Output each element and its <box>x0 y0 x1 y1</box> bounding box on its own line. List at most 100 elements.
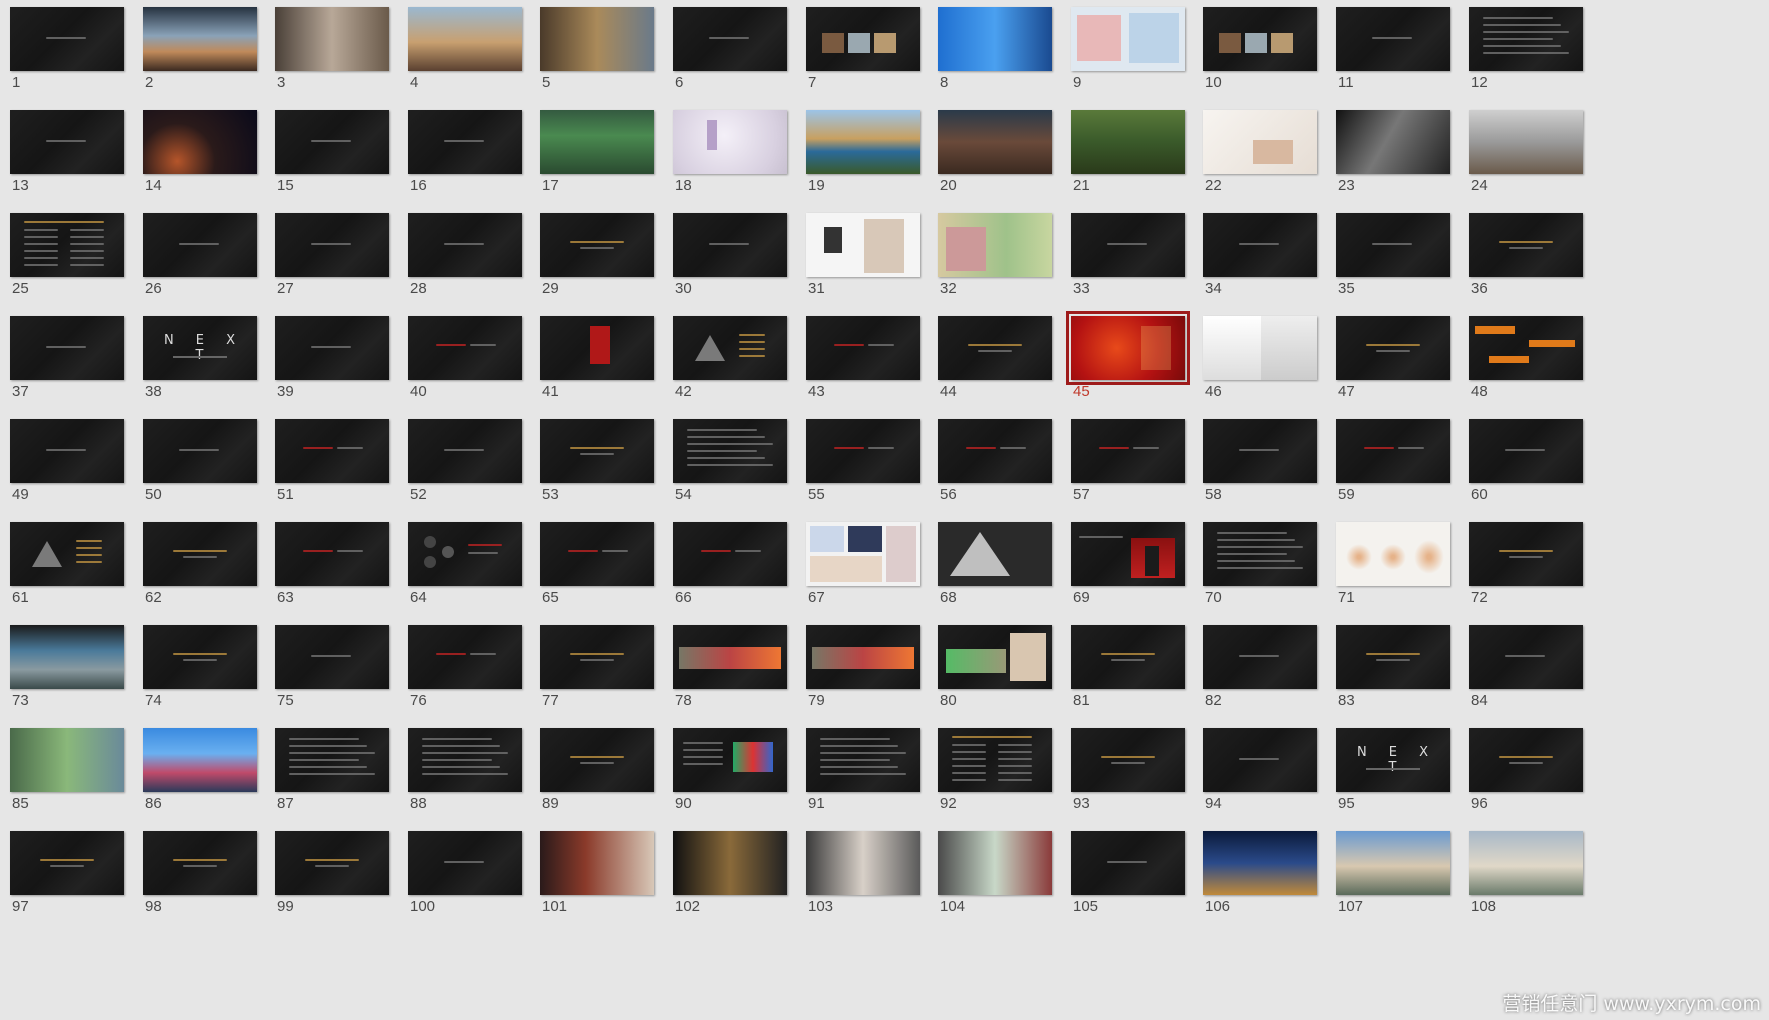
slide-preview[interactable] <box>275 625 389 689</box>
slide-preview[interactable] <box>10 728 124 792</box>
slide-thumbnail[interactable]: 31 <box>806 213 956 323</box>
slide-preview[interactable] <box>938 213 1052 277</box>
slide-preview[interactable] <box>1071 213 1185 277</box>
slide-thumbnail[interactable]: 101 <box>540 831 690 941</box>
slide-thumbnail[interactable]: 52 <box>408 419 558 529</box>
slide-thumbnail[interactable]: 78 <box>673 625 823 735</box>
slide-preview[interactable] <box>938 110 1052 174</box>
slide-preview[interactable] <box>10 831 124 895</box>
slide-thumbnail[interactable]: 21 <box>1071 110 1221 220</box>
slide-preview[interactable] <box>1336 213 1450 277</box>
slide-preview[interactable] <box>408 625 522 689</box>
slide-preview[interactable] <box>1336 419 1450 483</box>
slide-preview[interactable] <box>673 316 787 380</box>
slide-thumbnail[interactable]: 69 <box>1071 522 1221 632</box>
slide-thumbnail[interactable]: 87 <box>275 728 425 838</box>
slide-preview[interactable] <box>1071 625 1185 689</box>
slide-preview[interactable] <box>806 831 920 895</box>
slide-preview[interactable] <box>1071 522 1185 586</box>
slide-thumbnail[interactable]: 4 <box>408 7 558 117</box>
slide-preview[interactable] <box>1469 522 1583 586</box>
slide-thumbnail[interactable]: 32 <box>938 213 1088 323</box>
slide-preview[interactable] <box>1203 728 1317 792</box>
slide-thumbnail[interactable]: 23 <box>1336 110 1486 220</box>
slide-thumbnail[interactable]: 68 <box>938 522 1088 632</box>
slide-preview[interactable] <box>1071 831 1185 895</box>
slide-thumbnail[interactable]: 92 <box>938 728 1088 838</box>
slide-thumbnail[interactable]: 108 <box>1469 831 1619 941</box>
slide-preview[interactable] <box>1469 728 1583 792</box>
slide-preview[interactable] <box>1469 316 1583 380</box>
slide-thumbnail[interactable]: 59 <box>1336 419 1486 529</box>
slide-preview[interactable] <box>275 419 389 483</box>
slide-thumbnail[interactable]: 63 <box>275 522 425 632</box>
slide-preview[interactable] <box>1336 110 1450 174</box>
slide-preview[interactable] <box>1203 625 1317 689</box>
slide-preview[interactable] <box>408 522 522 586</box>
slide-thumbnail[interactable]: 1 <box>10 7 160 117</box>
slide-thumbnail[interactable]: 73 <box>10 625 160 735</box>
slide-thumbnail[interactable]: 20 <box>938 110 1088 220</box>
slide-thumbnail[interactable]: 99 <box>275 831 425 941</box>
slide-preview[interactable] <box>1071 7 1185 71</box>
slide-preview[interactable] <box>673 522 787 586</box>
slide-thumbnail[interactable]: 103 <box>806 831 956 941</box>
slide-thumbnail[interactable]: 71 <box>1336 522 1486 632</box>
slide-thumbnail[interactable]: 98 <box>143 831 293 941</box>
slide-thumbnail[interactable]: 12 <box>1469 7 1619 117</box>
slide-preview[interactable] <box>275 831 389 895</box>
slide-preview[interactable] <box>540 728 654 792</box>
slide-preview[interactable] <box>806 728 920 792</box>
slide-thumbnail[interactable]: 39 <box>275 316 425 426</box>
slide-preview[interactable] <box>806 316 920 380</box>
slide-thumbnail[interactable]: 18 <box>673 110 823 220</box>
slide-thumbnail[interactable]: 102 <box>673 831 823 941</box>
slide-preview[interactable] <box>540 831 654 895</box>
slide-thumbnail[interactable]: 106 <box>1203 831 1353 941</box>
slide-thumbnail[interactable]: 26 <box>143 213 293 323</box>
slide-preview[interactable] <box>540 7 654 71</box>
slide-thumbnail[interactable]: 79 <box>806 625 956 735</box>
slide-preview[interactable] <box>673 213 787 277</box>
slide-preview[interactable] <box>10 316 124 380</box>
slide-preview[interactable] <box>806 213 920 277</box>
slide-thumbnail[interactable]: 48 <box>1469 316 1619 426</box>
slide-thumbnail[interactable]: 33 <box>1071 213 1221 323</box>
slide-thumbnail[interactable]: 74 <box>143 625 293 735</box>
slide-thumbnail[interactable]: 81 <box>1071 625 1221 735</box>
slide-thumbnail[interactable]: 105 <box>1071 831 1221 941</box>
slide-thumbnail[interactable]: 77 <box>540 625 690 735</box>
slide-preview[interactable] <box>673 110 787 174</box>
slide-thumbnail[interactable]: 72 <box>1469 522 1619 632</box>
slide-thumbnail[interactable]: 62 <box>143 522 293 632</box>
slide-preview[interactable] <box>408 213 522 277</box>
slide-preview[interactable] <box>806 7 920 71</box>
slide-preview[interactable] <box>540 213 654 277</box>
slide-preview[interactable] <box>938 419 1052 483</box>
slide-preview[interactable] <box>408 728 522 792</box>
slide-preview[interactable] <box>275 110 389 174</box>
slide-preview[interactable] <box>540 419 654 483</box>
slide-preview[interactable] <box>10 7 124 71</box>
slide-thumbnail[interactable]: 91 <box>806 728 956 838</box>
slide-thumbnail[interactable]: 47 <box>1336 316 1486 426</box>
slide-thumbnail[interactable]: 13 <box>10 110 160 220</box>
slide-thumbnail[interactable]: 84 <box>1469 625 1619 735</box>
slide-preview[interactable] <box>143 625 257 689</box>
slide-preview[interactable] <box>1203 110 1317 174</box>
slide-preview[interactable] <box>673 419 787 483</box>
slide-thumbnail[interactable]: 67 <box>806 522 956 632</box>
slide-thumbnail[interactable]: 104 <box>938 831 1088 941</box>
slide-thumbnail[interactable]: 11 <box>1336 7 1486 117</box>
slide-preview[interactable] <box>10 625 124 689</box>
slide-preview[interactable] <box>1336 316 1450 380</box>
slide-preview[interactable] <box>408 7 522 71</box>
slide-preview[interactable] <box>1469 831 1583 895</box>
slide-thumbnail[interactable]: 97 <box>10 831 160 941</box>
slide-thumbnail[interactable]: 27 <box>275 213 425 323</box>
slide-preview[interactable] <box>408 831 522 895</box>
slide-preview[interactable]: N E X T <box>1336 728 1450 792</box>
slide-thumbnail[interactable]: 90 <box>673 728 823 838</box>
slide-preview[interactable] <box>10 110 124 174</box>
slide-thumbnail[interactable]: 66 <box>673 522 823 632</box>
